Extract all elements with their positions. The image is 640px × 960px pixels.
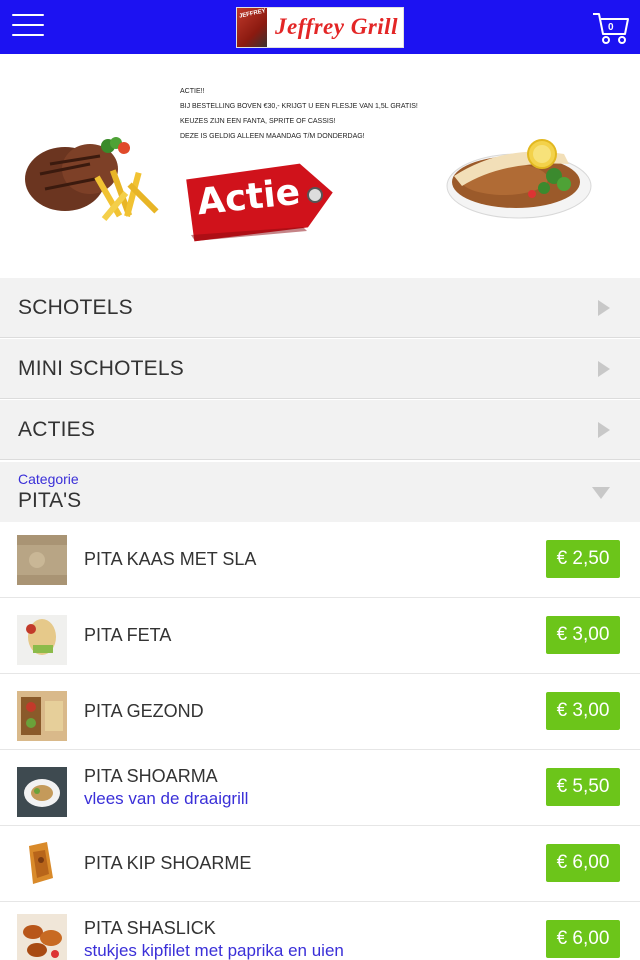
chevron-right-icon xyxy=(598,361,610,377)
logo-mark: JEFFREY xyxy=(237,8,267,47)
item-thumbnail xyxy=(17,914,67,960)
lahmacun-image xyxy=(446,139,592,219)
promo-line: DEZE IS GELDIG ALLEEN MAANDAG T/M DONDER… xyxy=(180,133,365,140)
item-thumbnail xyxy=(17,767,67,817)
item-description: stukjes kipfilet met paprika en uien xyxy=(84,941,344,960)
item-description: vlees van de draaigrill xyxy=(84,789,249,808)
item-name: PITA KAAS MET SLA xyxy=(84,549,257,569)
item-name: PITA FETA xyxy=(84,625,172,645)
category-label: MINI SCHOTELS xyxy=(18,357,184,380)
item-thumbnail xyxy=(17,691,67,741)
item-thumbnail xyxy=(17,615,67,665)
price-button[interactable]: € 6,00 xyxy=(546,920,620,958)
category-schotels[interactable]: SCHOTELS xyxy=(0,278,640,338)
category-label: PITA'S xyxy=(18,489,82,512)
item-thumbnail xyxy=(17,535,67,585)
item-name: PITA SHOARMA xyxy=(84,766,218,786)
chevron-right-icon xyxy=(598,422,610,438)
menu-item[interactable]: PITA KIP SHOARME € 6,00 xyxy=(0,826,640,902)
cart-button[interactable]: 0 xyxy=(592,10,630,46)
category-acties[interactable]: ACTIES xyxy=(0,400,640,460)
promo-line: BIJ BESTELLING BOVEN €30,- KRIJGT U EEN … xyxy=(180,103,418,110)
chevron-down-icon xyxy=(592,487,610,499)
item-name: PITA SHASLICK xyxy=(84,918,216,938)
item-thumbnail xyxy=(17,838,67,888)
item-name: PITA GEZOND xyxy=(84,701,204,721)
price-button[interactable]: € 2,50 xyxy=(546,540,620,578)
top-bar: JEFFREY Jeffrey Grill 0 xyxy=(0,0,640,54)
category-label: SCHOTELS xyxy=(18,296,133,319)
menu-item[interactable]: PITA GEZOND € 3,00 xyxy=(0,674,640,750)
price-button[interactable]: € 3,00 xyxy=(546,692,620,730)
category-caption: Categorie xyxy=(18,471,79,487)
price-button[interactable]: € 3,00 xyxy=(546,616,620,654)
price-button[interactable]: € 6,00 xyxy=(546,844,620,882)
promo-line: ACTIE!! xyxy=(180,88,205,95)
menu-item[interactable]: PITA FETA € 3,00 xyxy=(0,598,640,674)
category-mini-schotels[interactable]: MINI SCHOTELS xyxy=(0,339,640,399)
promo-text: ACTIE!! BIJ BESTELLING BOVEN €30,- KRIJG… xyxy=(180,84,440,144)
category-label: ACTIES xyxy=(18,418,96,441)
category-pitas-open[interactable]: Categorie PITA'S xyxy=(0,462,640,522)
chevron-right-icon xyxy=(598,300,610,316)
hamburger-menu-icon[interactable] xyxy=(12,14,44,40)
menu-item[interactable]: PITA SHOARMA vlees van de draaigrill € 5… xyxy=(0,750,640,826)
steak-fries-image xyxy=(25,137,159,221)
logo-text: Jeffrey Grill xyxy=(275,14,398,39)
cart-count-badge: 0 xyxy=(608,22,614,33)
menu-item[interactable]: PITA SHASLICK stukjes kipfilet met papri… xyxy=(0,902,640,960)
price-button[interactable]: € 5,50 xyxy=(546,768,620,806)
promo-banner[interactable]: ACTIE!! BIJ BESTELLING BOVEN €30,- KRIJG… xyxy=(0,54,640,278)
logo[interactable]: JEFFREY Jeffrey Grill xyxy=(236,7,404,48)
actie-tag: Actie xyxy=(183,159,337,243)
item-name: PITA KIP SHOARME xyxy=(84,853,252,873)
menu-item[interactable]: PITA KAAS MET SLA € 2,50 xyxy=(0,522,640,598)
promo-line: KEUZES ZIJN EEN FANTA, SPRITE OF CASSIS! xyxy=(180,118,336,125)
